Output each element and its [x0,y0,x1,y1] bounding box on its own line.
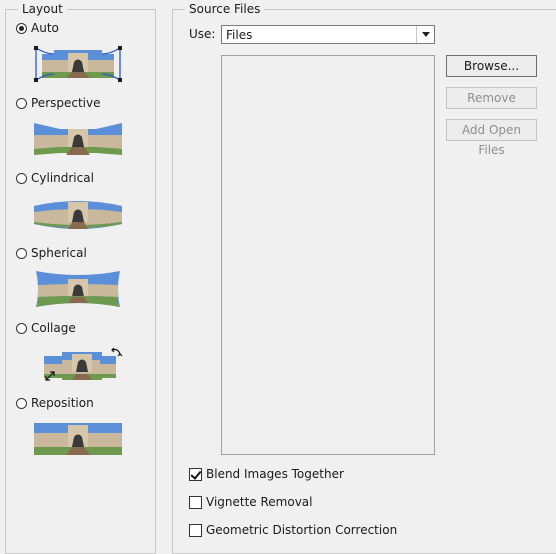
cylindrical-preview-thumbnail [34,201,122,229]
layout-option-auto[interactable]: Auto [16,20,59,36]
layout-option-cylindrical[interactable]: Cylindrical [16,170,94,186]
radio-auto[interactable] [16,22,27,34]
layout-group-title: Layout [18,2,67,16]
vignette-removal-option[interactable]: Vignette Removal [189,494,313,510]
layout-option-perspective[interactable]: Perspective [16,95,101,111]
source-files-group-title: Source Files [185,2,265,16]
radio-perspective[interactable] [16,97,27,109]
blend-images-checkbox[interactable] [189,467,202,481]
source-files-list[interactable] [221,55,435,455]
radio-reposition[interactable] [16,397,27,409]
remove-button[interactable]: Remove [446,87,537,109]
radio-cylindrical[interactable] [16,172,27,184]
layout-option-collage[interactable]: Collage [16,320,76,336]
blend-images-label: Blend Images Together [206,467,344,481]
vignette-removal-checkbox[interactable] [189,495,202,509]
use-dropdown-value: Files [226,28,253,42]
layout-option-spherical[interactable]: Spherical [16,245,87,261]
use-dropdown[interactable]: Files [221,25,435,44]
layout-option-label: Cylindrical [31,171,94,185]
radio-collage[interactable] [16,322,27,334]
use-label: Use: [189,27,216,41]
collage-preview-thumbnail [44,347,123,381]
auto-preview-thumbnail [34,46,122,82]
geometric-distortion-label: Geometric Distortion Correction [206,523,398,537]
geometric-distortion-checkbox[interactable] [189,523,202,537]
layout-option-label: Auto [31,21,59,35]
browse-button[interactable]: Browse... [446,55,537,77]
add-open-files-button[interactable]: Add Open Files [446,119,537,157]
layout-option-reposition[interactable]: Reposition [16,395,94,411]
layout-option-label: Perspective [31,96,101,110]
spherical-preview-thumbnail [36,271,120,307]
reposition-preview-thumbnail [34,423,122,455]
layout-option-label: Reposition [31,396,94,410]
perspective-preview-thumbnail [34,123,122,155]
geometric-distortion-option[interactable]: Geometric Distortion Correction [189,522,397,538]
rotate-handle-icon [111,347,123,357]
blend-images-option[interactable]: Blend Images Together [189,466,344,482]
chevron-down-icon[interactable] [416,26,434,43]
layout-option-label: Collage [31,321,76,335]
radio-spherical[interactable] [16,247,27,259]
layout-option-label: Spherical [31,246,87,260]
vignette-removal-label: Vignette Removal [206,495,313,509]
